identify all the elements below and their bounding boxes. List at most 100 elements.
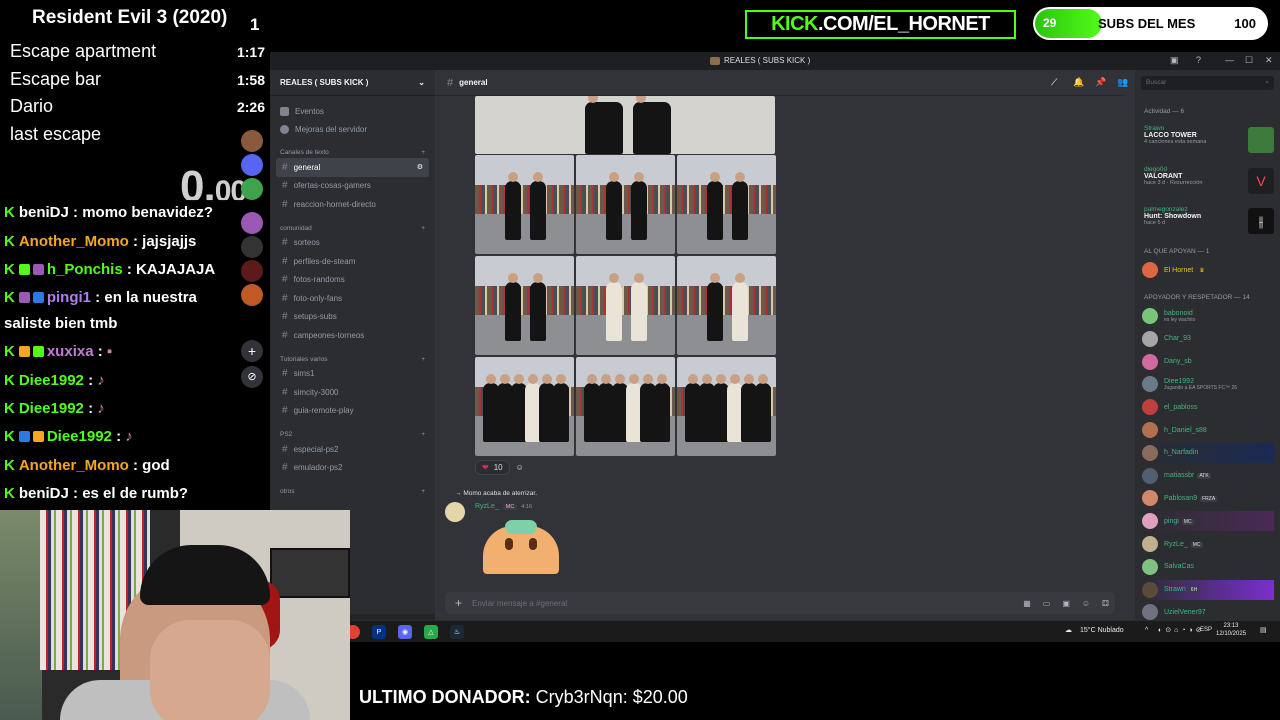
gallery-photo[interactable] [677, 256, 776, 355]
server-icon[interactable] [241, 284, 263, 306]
member-item[interactable]: matiassbr ATK [1142, 466, 1274, 486]
reaction-heart[interactable]: ❤ 10 [475, 460, 510, 475]
server-icon[interactable] [241, 130, 263, 152]
tray-icons[interactable]: ◐⊙⌂◔◑⊘ [1158, 626, 1205, 634]
inbox-icon[interactable]: ▣ [1170, 55, 1179, 66]
chat-username[interactable]: Diee1992 [47, 428, 112, 445]
chat-username[interactable]: Diee1992 [19, 400, 84, 417]
weather-text[interactable]: 15°C Nublado [1080, 627, 1124, 634]
channel-item[interactable]: # perfiles-de-steam [276, 252, 429, 271]
chat-username[interactable]: xuxixa [47, 343, 94, 360]
channel-item[interactable]: # emulador-ps2 [276, 459, 429, 478]
language-indicator[interactable]: ESP [1200, 627, 1212, 633]
gift-icon[interactable]: ▦ [1023, 599, 1031, 608]
activity-card[interactable]: Strawn LACCO TOWER 4 canciones esta semana [1144, 125, 1274, 163]
member-item[interactable]: Strawn 6H [1142, 579, 1274, 600]
help-icon[interactable]: ? [1196, 55, 1201, 65]
gallery-photo[interactable] [677, 357, 776, 456]
minimize-icon[interactable]: — [1225, 55, 1234, 65]
member-item[interactable]: el_pabloss [1142, 397, 1274, 417]
channel-item[interactable]: # sorteos [276, 234, 429, 253]
chat-username[interactable]: Diee1992 [19, 372, 84, 389]
channel-item[interactable]: # foto-only-fans [276, 289, 429, 308]
threads-icon[interactable]: ⟋ [1051, 77, 1057, 88]
category-text[interactable]: Canales de texto + [270, 138, 435, 158]
activity-card[interactable]: diego0d VALORANT hace 3 d · Resurrección V [1144, 166, 1274, 204]
member-item[interactable]: h_Daniel_s88 [1142, 420, 1274, 440]
gallery-photo[interactable] [475, 256, 574, 355]
gallery-photo[interactable] [677, 155, 776, 254]
channel-item[interactable]: # setups-subs [276, 308, 429, 327]
tray-chevron-icon[interactable]: ^ [1145, 627, 1148, 634]
search-input[interactable]: Buscar ⌕ [1141, 76, 1274, 90]
gallery-photo[interactable] [576, 256, 675, 355]
message-input[interactable]: + Enviar mensaje a #general ▦ ▭ ▣ ☺ ⚃ [445, 592, 1115, 614]
server-icon[interactable] [241, 154, 263, 176]
clock[interactable]: 23:13 12/10/2025 [1216, 622, 1246, 638]
channel-item[interactable]: # campeones-torneos [276, 326, 429, 345]
server-icon[interactable] [241, 178, 263, 200]
member-item[interactable]: h_Narfadin [1142, 442, 1274, 463]
category-community[interactable]: comunidad + [270, 214, 435, 234]
avatar[interactable] [445, 502, 465, 522]
sticker-icon[interactable]: ▣ [1062, 599, 1070, 608]
member-item[interactable]: SalvaCas [1142, 557, 1274, 577]
channel-item[interactable]: # simcity-3000 [276, 383, 429, 402]
nav-events[interactable]: Eventos [270, 102, 435, 120]
message-author[interactable]: RyzLe_ MC 4:16 [475, 503, 532, 510]
pin-icon[interactable]: 📌 [1095, 77, 1106, 88]
activity-card[interactable]: palmegonzalez Hunt: Showdown hace 5 d ⫲ [1144, 206, 1274, 244]
channel-general[interactable]: # general ⚙ [276, 158, 429, 177]
category-tutorials[interactable]: Tutoriales varios + [270, 345, 435, 365]
member-item[interactable]: Pablosan9 FRZA [1142, 488, 1274, 508]
maximize-icon[interactable]: ☐ [1245, 55, 1253, 66]
server-icon[interactable] [241, 260, 263, 282]
channel-item[interactable]: # especial-ps2 [276, 440, 429, 459]
member-item[interactable]: Diee1992 Jugando a EA SPORTS FC™ 26 [1142, 374, 1274, 394]
server-icon[interactable] [241, 212, 263, 234]
gallery-photo[interactable] [475, 357, 574, 456]
member-item[interactable]: Dany_sb [1142, 352, 1274, 372]
channel-item[interactable]: # guia-remote-play [276, 402, 429, 421]
close-icon[interactable]: ✕ [1265, 55, 1273, 66]
playstation-icon[interactable]: P [372, 625, 386, 639]
member-item[interactable]: RyzLe_ MC [1142, 534, 1274, 554]
notifications-icon[interactable]: ▤ [1260, 626, 1267, 634]
chat-username[interactable]: beniDJ [19, 485, 69, 502]
channel-item[interactable]: # ofertas-cosas-gamers [276, 177, 429, 196]
chat-username[interactable]: beniDJ [19, 204, 69, 221]
nav-boosts[interactable]: Mejoras del servidor [270, 120, 435, 138]
gif-icon[interactable]: ▭ [1043, 599, 1051, 608]
member-item[interactable]: babonoid es ley wachito [1142, 306, 1274, 326]
chat-username[interactable]: h_Ponchis [47, 261, 123, 278]
member-item[interactable]: El Hornet ♛ [1142, 260, 1274, 280]
category-ps2[interactable]: PS2 + [270, 420, 435, 440]
apps-icon[interactable]: ⚃ [1102, 599, 1109, 608]
bell-icon[interactable]: 🔔 [1073, 77, 1084, 88]
explore-icon[interactable]: ⊘ [241, 366, 263, 388]
server-header[interactable]: REALES ( SUBS KICK ) ⌄ [270, 70, 435, 96]
app-icon[interactable]: △ [424, 625, 438, 639]
gallery-photo[interactable] [475, 155, 574, 254]
member-item[interactable]: Char_93 [1142, 329, 1274, 349]
channel-item[interactable]: # reaccion-hornet-directo [276, 195, 429, 214]
chat-username[interactable]: Another_Momo [19, 233, 129, 250]
add-server-icon[interactable]: + [241, 340, 263, 362]
steam-icon[interactable]: ♨ [450, 625, 464, 639]
chat-username[interactable]: Another_Momo [19, 457, 129, 474]
members-icon[interactable]: 👥 [1117, 77, 1128, 88]
gallery-photo[interactable] [475, 96, 775, 154]
member-item[interactable]: pingi MC [1142, 511, 1274, 532]
server-icon[interactable] [241, 236, 263, 258]
hash-icon: # [282, 161, 288, 173]
discord-icon[interactable]: ◉ [398, 625, 412, 639]
gallery-photo[interactable] [576, 357, 675, 456]
chat-username[interactable]: pingi1 [47, 289, 91, 306]
add-reaction-icon[interactable]: ☺ [516, 463, 524, 472]
channel-item[interactable]: # fotos-randoms [276, 271, 429, 290]
gallery-photo[interactable] [576, 155, 675, 254]
channel-item[interactable]: # sims1 [276, 365, 429, 384]
emoji-icon[interactable]: ☺ [1082, 599, 1090, 608]
category-other[interactable]: otros + [270, 477, 435, 497]
plus-icon[interactable]: + [455, 596, 462, 610]
